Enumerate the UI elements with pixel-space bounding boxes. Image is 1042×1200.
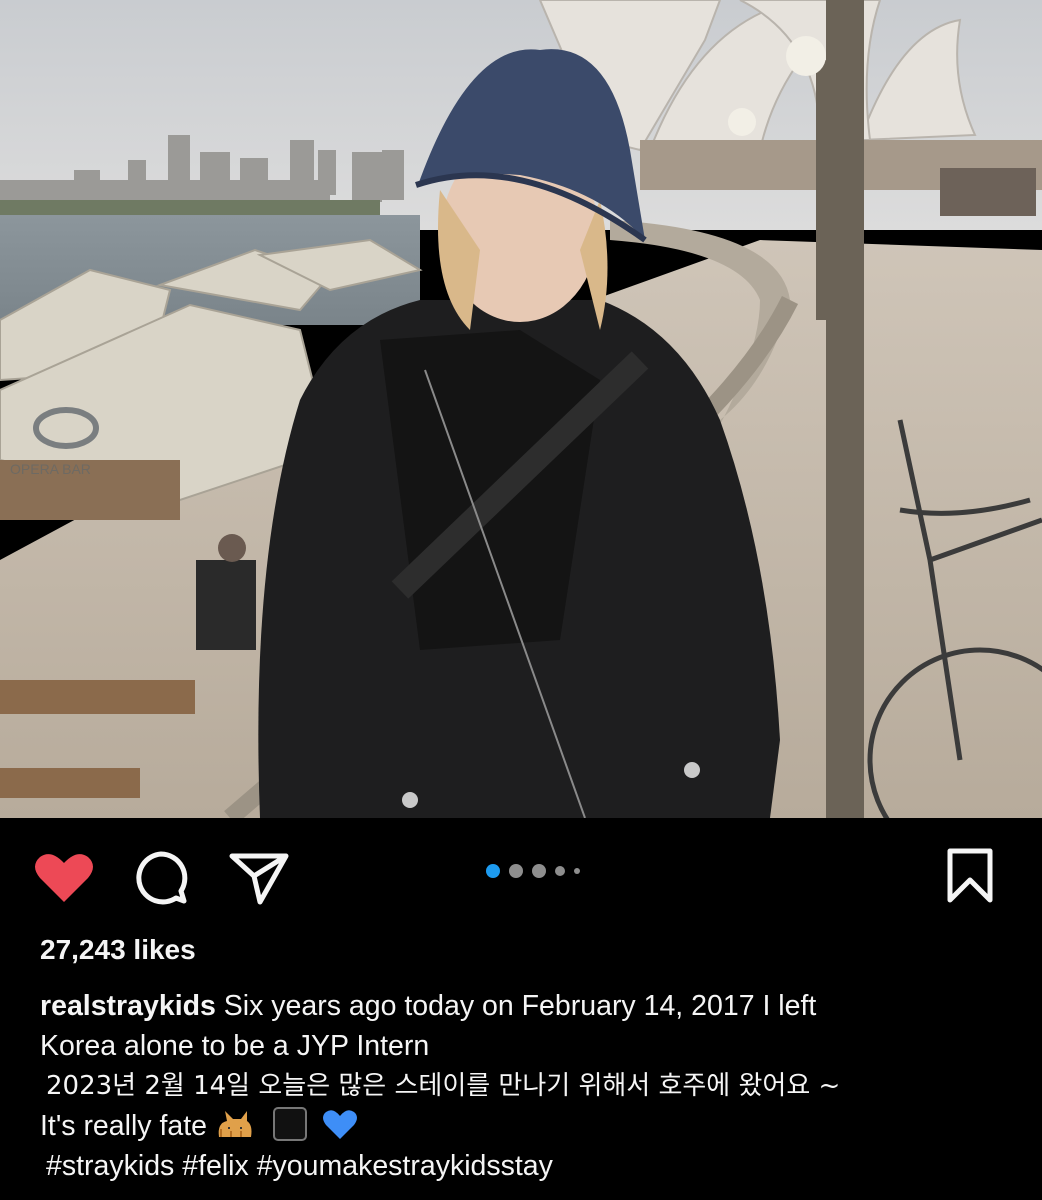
carousel-dot[interactable] [486,864,500,878]
cat-emoji [218,1111,252,1137]
hashtags: #straykids #felix #youmakestraykidsstay [40,1146,1000,1186]
svg-text:OPERA BAR: OPERA BAR [10,461,91,477]
post-photo[interactable]: OPERA BAR [0,0,1042,818]
carousel-indicator [486,864,580,878]
carousel-dot[interactable] [509,864,523,878]
username-link[interactable]: realstraykids [40,990,216,1022]
hashtag-link[interactable]: #felix [182,1150,249,1182]
carousel-dot[interactable] [574,868,580,874]
post-caption: realstraykids Six years ago today on Feb… [40,986,1000,1186]
caption-text-korean: 2023년 2월 14일 오늘은 많은 스테이를 만나기 위해서 호주에 왔어요… [46,1071,841,1101]
caption-text: Korea alone to be a JYP Intern [40,1030,430,1062]
caption-text: Six years ago today on February 14, 2017… [223,990,817,1022]
bookmark-icon [947,848,993,903]
black-square-emoji [272,1107,307,1141]
comment-button[interactable] [130,848,192,908]
comment-bubble-icon [136,851,188,905]
paper-plane-icon [229,853,289,905]
hashtag-link[interactable]: #youmakestraykidsstay [257,1150,553,1182]
caption-line: It's really fate [40,1106,1000,1146]
carousel-dot[interactable] [555,866,565,876]
like-button[interactable] [34,852,94,904]
heart-icon [35,854,93,902]
caption-text: It's really fate [40,1110,208,1142]
save-button[interactable] [942,846,998,906]
hashtag-link[interactable]: #straykids [46,1150,174,1182]
carousel-dot[interactable] [532,864,546,878]
likes-count[interactable]: 27,243 likes [40,934,196,966]
share-button[interactable] [226,850,292,906]
blue-heart-emoji [322,1110,357,1139]
caption-line: realstraykids Six years ago today on Feb… [40,986,1000,1026]
